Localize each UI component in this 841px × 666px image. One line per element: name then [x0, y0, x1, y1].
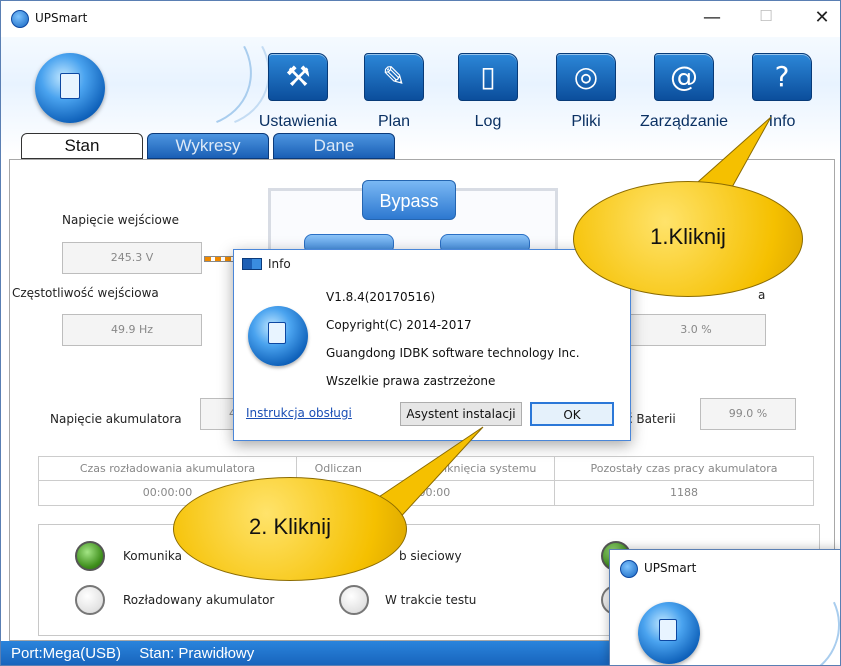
question-icon: ?	[752, 53, 812, 101]
load-value: 3.0 %	[626, 314, 766, 346]
indicator-label: b sieciowy	[399, 549, 462, 563]
tab-wykresy[interactable]: Wykresy	[147, 133, 269, 159]
disc-icon: ◎	[556, 53, 616, 101]
ok-button[interactable]: OK	[530, 402, 614, 426]
indicator-label: Komunika	[123, 549, 182, 563]
port-status: Port:Mega(USB)	[11, 645, 122, 662]
battery-capacity-value: 99.0 %	[700, 398, 796, 430]
toolbar-log-button[interactable]: ▯ Log	[453, 47, 523, 133]
user-manual-link[interactable]: Instrukcja obsługi	[246, 406, 352, 420]
secondary-window-title: UPSmart	[644, 561, 697, 575]
document-icon	[268, 322, 286, 344]
battery-capacity-label: ć Baterii	[626, 412, 676, 426]
table-cell: 1188	[670, 486, 698, 499]
app-logo	[638, 602, 700, 664]
window-title: UPSmart	[35, 11, 88, 25]
input-voltage-value: 245.3 V	[62, 242, 202, 274]
table-header-cell: Czas rozładowania akumulatora	[39, 457, 297, 481]
hammer-icon: ⚒	[268, 53, 328, 101]
toolbar-label: Plan	[377, 113, 411, 130]
indicator-label: W trakcie testu	[385, 593, 477, 607]
app-icon	[620, 560, 638, 578]
document-icon	[60, 73, 80, 99]
secondary-window: UPSmart	[609, 549, 840, 665]
table-header-cell: Pozostały czas pracy akumulatora	[555, 457, 813, 481]
pencil-icon: ✎	[364, 53, 424, 101]
maximize-button[interactable]: ☐	[751, 7, 781, 25]
copyright-text: Copyright(C) 2014-2017	[326, 318, 472, 332]
power-flow-line	[204, 256, 234, 262]
document-icon	[659, 619, 677, 641]
input-voltage-label: Napięcie wejściowe	[62, 213, 180, 227]
company-text: Guangdong IDBK software technology Inc.	[326, 346, 580, 360]
version-text: V1.8.4(20170516)	[326, 290, 436, 304]
document-icon: ▯	[458, 53, 518, 101]
app-flag-icon	[242, 258, 262, 270]
indicator-label: Rozładowany akumulator	[123, 593, 275, 607]
app-icon	[11, 10, 29, 28]
callout-click-1: 1.Kliknij	[573, 181, 803, 297]
led-indicator	[75, 541, 105, 571]
rights-text: Wszelkie prawa zastrzeżone	[326, 374, 496, 388]
at-icon: @	[654, 53, 714, 101]
input-frequency-value: 49.9 Hz	[62, 314, 202, 346]
bypass-button[interactable]: Bypass	[362, 180, 456, 220]
input-frequency-label: Częstotliwość wejściowa	[12, 286, 159, 300]
tab-dane[interactable]: Dane	[273, 133, 395, 159]
decorative-swoosh	[714, 554, 840, 665]
led-indicator	[339, 585, 369, 615]
app-logo	[35, 53, 105, 123]
minimize-button[interactable]: —	[697, 7, 727, 28]
toolbar-plan-button[interactable]: ✎ Plan	[359, 47, 429, 133]
close-button[interactable]: ✕	[807, 7, 837, 28]
connection-state: Stan: Prawidłowy	[139, 645, 255, 662]
dialog-title: Info	[268, 257, 291, 271]
toolbar-settings-button[interactable]: ⚒ Ustawienia	[259, 47, 337, 133]
tab-stan[interactable]: Stan	[21, 133, 143, 159]
main-window: UPSmart — ☐ ✕ ⚒ Ustawienia ✎ Plan ▯ Log …	[0, 0, 841, 666]
toolbar-label: Log	[474, 113, 502, 130]
callout-click-2: 2. Kliknij	[173, 477, 407, 581]
toolbar-label: Ustawienia	[258, 113, 338, 130]
app-logo	[248, 306, 308, 366]
battery-voltage-label: Napięcie akumulatora	[50, 412, 182, 426]
led-indicator	[75, 585, 105, 615]
